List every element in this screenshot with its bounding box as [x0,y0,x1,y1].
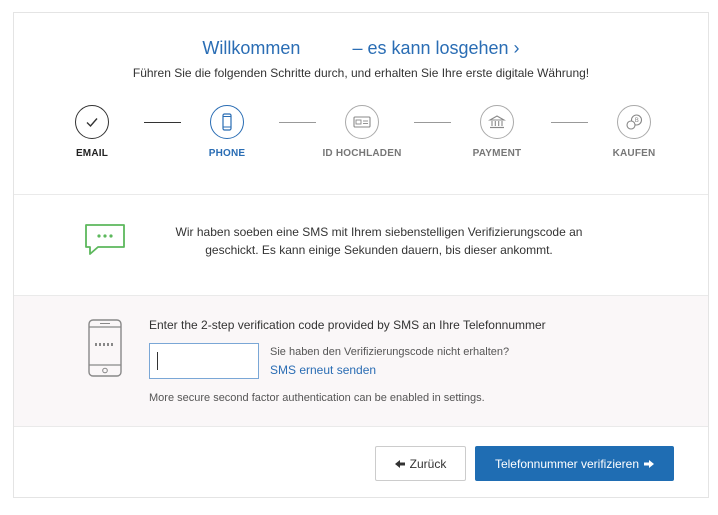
page-title: Willkommen – es kann losgehen › [14,38,708,59]
id-card-icon [353,116,371,128]
back-button-label: Zurück [409,456,447,471]
chat-bubble-icon [85,224,125,255]
title-welcome: Willkommen [202,38,301,58]
verification-code-input[interactable] [149,343,259,379]
step-buy-circle: B [617,105,651,139]
step-email-circle [75,105,109,139]
phone-icon [222,113,232,131]
back-button[interactable]: Zurück [375,446,466,481]
onboarding-card: Willkommen – es kann losgehen › Führen Si… [13,12,709,498]
step-payment-label: PAYMENT [472,148,522,159]
svg-text:B: B [635,117,639,124]
bank-icon [488,115,506,129]
sms-notice-line1: Wir haben soeben eine SMS mit Ihrem sieb… [175,225,583,239]
step-buy: B KAUFEN [579,105,689,159]
sms-notice-line2: geschickt. Es kann einige Sekunden dauer… [205,243,553,257]
step-payment: PAYMENT [442,105,552,159]
verify-button-label: Telefonnummer verifizieren [494,456,640,471]
progress-steps: EMAIL PHONE ID HOCHLADEN PAYMENT B KAUFE… [14,105,708,175]
arrow-left-icon [394,459,405,468]
arrow-right-icon [644,459,655,468]
verification-section: Enter the 2-step verification code provi… [14,296,708,426]
page-subtitle: Führen Sie die folgenden Schritte durch,… [132,66,590,80]
step-phone: PHONE [172,105,282,159]
step-phone-circle [210,105,244,139]
step-phone-label: PHONE [208,148,246,159]
step-email: EMAIL [37,105,147,159]
step-id-circle [345,105,379,139]
coins-icon: B [626,114,643,130]
step-buy-label: KAUFEN [612,148,656,159]
verification-label: Enter the 2-step verification code provi… [149,318,546,332]
action-bar: Zurück Telefonnummer verifizieren [14,427,708,499]
step-payment-circle [480,105,514,139]
step-id-label: ID HOCHLADEN [322,148,402,159]
step-id-upload: ID HOCHLADEN [307,105,417,159]
security-hint: More secure second factor authentication… [149,392,485,404]
resend-sms-link[interactable]: SMS erneut senden [270,363,376,377]
code-not-received-text: Sie haben den Verifizierungscode nicht e… [270,346,510,358]
text-caret [157,352,158,370]
step-email-label: EMAIL [75,148,109,159]
title-continue: – es kann losgehen › [352,38,520,58]
sms-notice-text: Wir haben soeben eine SMS mit Ihrem sieb… [144,223,614,259]
sms-notice-section: Wir haben soeben eine SMS mit Ihrem sieb… [14,195,708,295]
smartphone-icon [88,319,122,377]
check-icon [86,118,98,128]
verify-phone-button[interactable]: Telefonnummer verifizieren [475,446,674,481]
